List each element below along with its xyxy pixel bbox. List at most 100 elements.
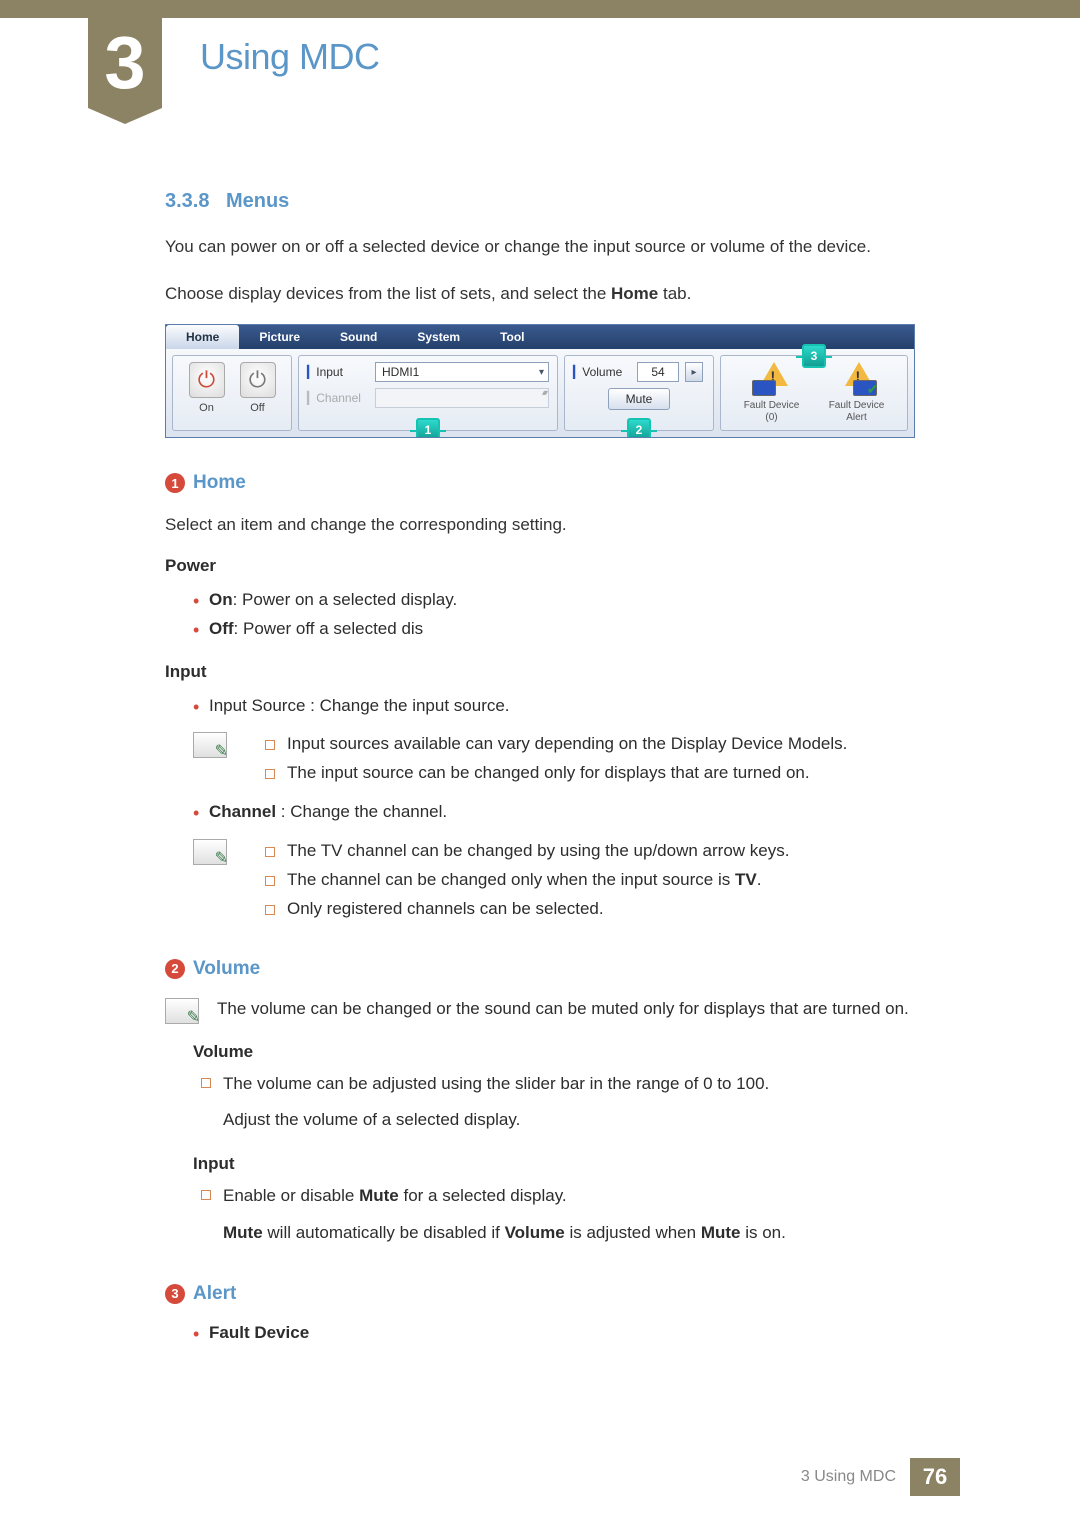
tab-home[interactable]: Home xyxy=(166,325,239,349)
tab-sound[interactable]: Sound xyxy=(320,325,397,349)
text: Choose display devices from the list of … xyxy=(165,284,611,303)
power-panel: ⏻ On ⏻ Off xyxy=(172,355,292,431)
text: is on. xyxy=(740,1223,785,1242)
channel-line: Channel : Change the channel. xyxy=(193,798,915,827)
volume-bold: Volume xyxy=(505,1223,565,1242)
heading-alert-text: Alert xyxy=(193,1283,236,1305)
home-intro: Select an item and change the correspond… xyxy=(165,512,915,538)
power-list: On: Power on a selected display. Off: Po… xyxy=(165,586,915,644)
text: Adjust the volume of a selected display. xyxy=(223,1104,520,1136)
fault-alert-label: Fault Device Alert xyxy=(818,400,896,424)
fault-device-label: Fault Device (0) xyxy=(733,400,811,424)
tv-bold: TV xyxy=(735,870,757,889)
text: The channel can be changed only when the… xyxy=(287,870,735,889)
power-off-button[interactable]: ⏻ Off xyxy=(238,362,278,424)
note-item: The input source can be changed only for… xyxy=(257,759,847,788)
power-heading: Power xyxy=(165,556,915,576)
input-note-2-list: The TV channel can be changed by using t… xyxy=(245,837,789,924)
note-item: Only registered channels can be selected… xyxy=(257,895,789,924)
volume-detail-list: The volume can be adjusted using the sli… xyxy=(181,1068,915,1137)
volume-panel: 2 ▎Volume 54 ▸ Mute xyxy=(564,355,714,431)
channel-label: ▎Channel xyxy=(307,391,369,405)
chapter-title: Using MDC xyxy=(200,36,380,78)
footer-text: 3 Using MDC xyxy=(801,1468,896,1486)
fault-bold: Fault Device xyxy=(209,1323,309,1342)
home-bold: Home xyxy=(611,284,658,303)
badge-1: 1 xyxy=(165,473,185,493)
volume-sub-heading: Volume xyxy=(193,1042,915,1062)
channel-list: Channel : Change the channel. xyxy=(165,798,915,827)
callout-1: 1 xyxy=(416,418,440,438)
volume-intro-text: The volume can be changed or the sound c… xyxy=(217,996,909,1024)
input-heading: Input xyxy=(165,662,915,682)
intro-paragraph-2: Choose display devices from the list of … xyxy=(165,282,915,307)
input-list: Input Source : Change the input source. xyxy=(165,692,915,721)
text: Volume xyxy=(582,365,622,379)
input-note-1: Input sources available can vary dependi… xyxy=(193,730,915,788)
input-panel: 1 ▎Input HDMI1 ▎Channel xyxy=(298,355,558,431)
fault-warning-icon xyxy=(752,362,792,396)
fault-alert-icon: ✔ xyxy=(837,362,877,396)
fault-device-count[interactable]: Fault Device (0) xyxy=(733,362,811,424)
text: : Change the channel. xyxy=(276,802,447,821)
volume-label: ▎Volume xyxy=(573,365,631,379)
power-on-button[interactable]: ⏻ On xyxy=(187,362,227,424)
tab-picture[interactable]: Picture xyxy=(239,325,320,349)
mute-bold: Mute xyxy=(701,1223,741,1242)
note-icon xyxy=(193,732,227,758)
input-select[interactable]: HDMI1 xyxy=(375,362,549,382)
note-icon xyxy=(193,839,227,865)
callout-2: 2 xyxy=(627,418,651,438)
note-item: The TV channel can be changed by using t… xyxy=(257,837,789,866)
power-off-icon: ⏻ xyxy=(240,362,276,398)
note-item: Input sources available can vary dependi… xyxy=(257,730,847,759)
page-content: 3.3.8 Menus You can power on or off a se… xyxy=(165,190,915,1348)
tab-system[interactable]: System xyxy=(397,325,480,349)
channel-bold: Channel xyxy=(209,802,276,821)
text: will automatically be disabled if xyxy=(263,1223,505,1242)
text: is adjusted when xyxy=(565,1223,701,1242)
text: : Power off a selected dis xyxy=(234,619,424,638)
note-item: The channel can be changed only when the… xyxy=(257,866,789,895)
text: : Power on a selected display. xyxy=(233,590,458,609)
input-label: ▎Input xyxy=(307,365,369,379)
input-note-1-list: Input sources available can vary dependi… xyxy=(245,730,847,788)
text: Channel xyxy=(316,391,361,405)
mute-bold: Mute xyxy=(359,1186,399,1205)
volume-line: The volume can be adjusted using the sli… xyxy=(193,1068,915,1137)
text: Input xyxy=(316,365,343,379)
note-icon xyxy=(165,998,199,1024)
heading-alert: 3 Alert xyxy=(165,1283,915,1305)
heading-volume-text: Volume xyxy=(193,958,260,980)
alert-panel: 3 Fault Device (0) ✔ Fault Device Alert xyxy=(720,355,908,431)
section-title: Menus xyxy=(226,190,289,212)
power-off-line: Off: Power off a selected dis xyxy=(193,615,915,644)
page-number: 76 xyxy=(910,1458,960,1496)
input-source-line: Input Source : Change the input source. xyxy=(193,692,915,721)
heading-home: 1 Home xyxy=(165,472,915,494)
intro-paragraph-1: You can power on or off a selected devic… xyxy=(165,235,915,260)
chapter-number-badge: 3 xyxy=(88,18,162,108)
power-off-label: Off xyxy=(238,402,278,414)
volume-slider-handle[interactable]: ▸ xyxy=(685,362,703,382)
off-bold: Off xyxy=(209,619,234,638)
tab-tool[interactable]: Tool xyxy=(480,325,544,349)
badge-2: 2 xyxy=(165,959,185,979)
power-on-label: On xyxy=(187,402,227,414)
callout-3: 3 xyxy=(802,344,826,368)
mute-bold: Mute xyxy=(223,1223,263,1242)
section-number: 3.3.8 xyxy=(165,190,209,212)
channel-spinner[interactable] xyxy=(375,388,549,408)
heading-home-text: Home xyxy=(193,472,246,494)
input-note-2: The TV channel can be changed by using t… xyxy=(193,837,915,924)
text: The volume can be adjusted using the sli… xyxy=(223,1074,769,1093)
mute-button[interactable]: Mute xyxy=(608,388,670,410)
fault-device-alert[interactable]: ✔ Fault Device Alert xyxy=(818,362,896,424)
volume-input-heading: Input xyxy=(193,1154,915,1174)
alert-list: Fault Device xyxy=(165,1319,915,1348)
power-on-icon: ⏻ xyxy=(189,362,225,398)
ui-body: ⏻ On ⏻ Off 1 ▎Input HDMI1 ▎Channel xyxy=(166,349,914,437)
heading-volume: 2 Volume xyxy=(165,958,915,980)
section-heading: 3.3.8 Menus xyxy=(165,190,915,213)
on-bold: On xyxy=(209,590,233,609)
